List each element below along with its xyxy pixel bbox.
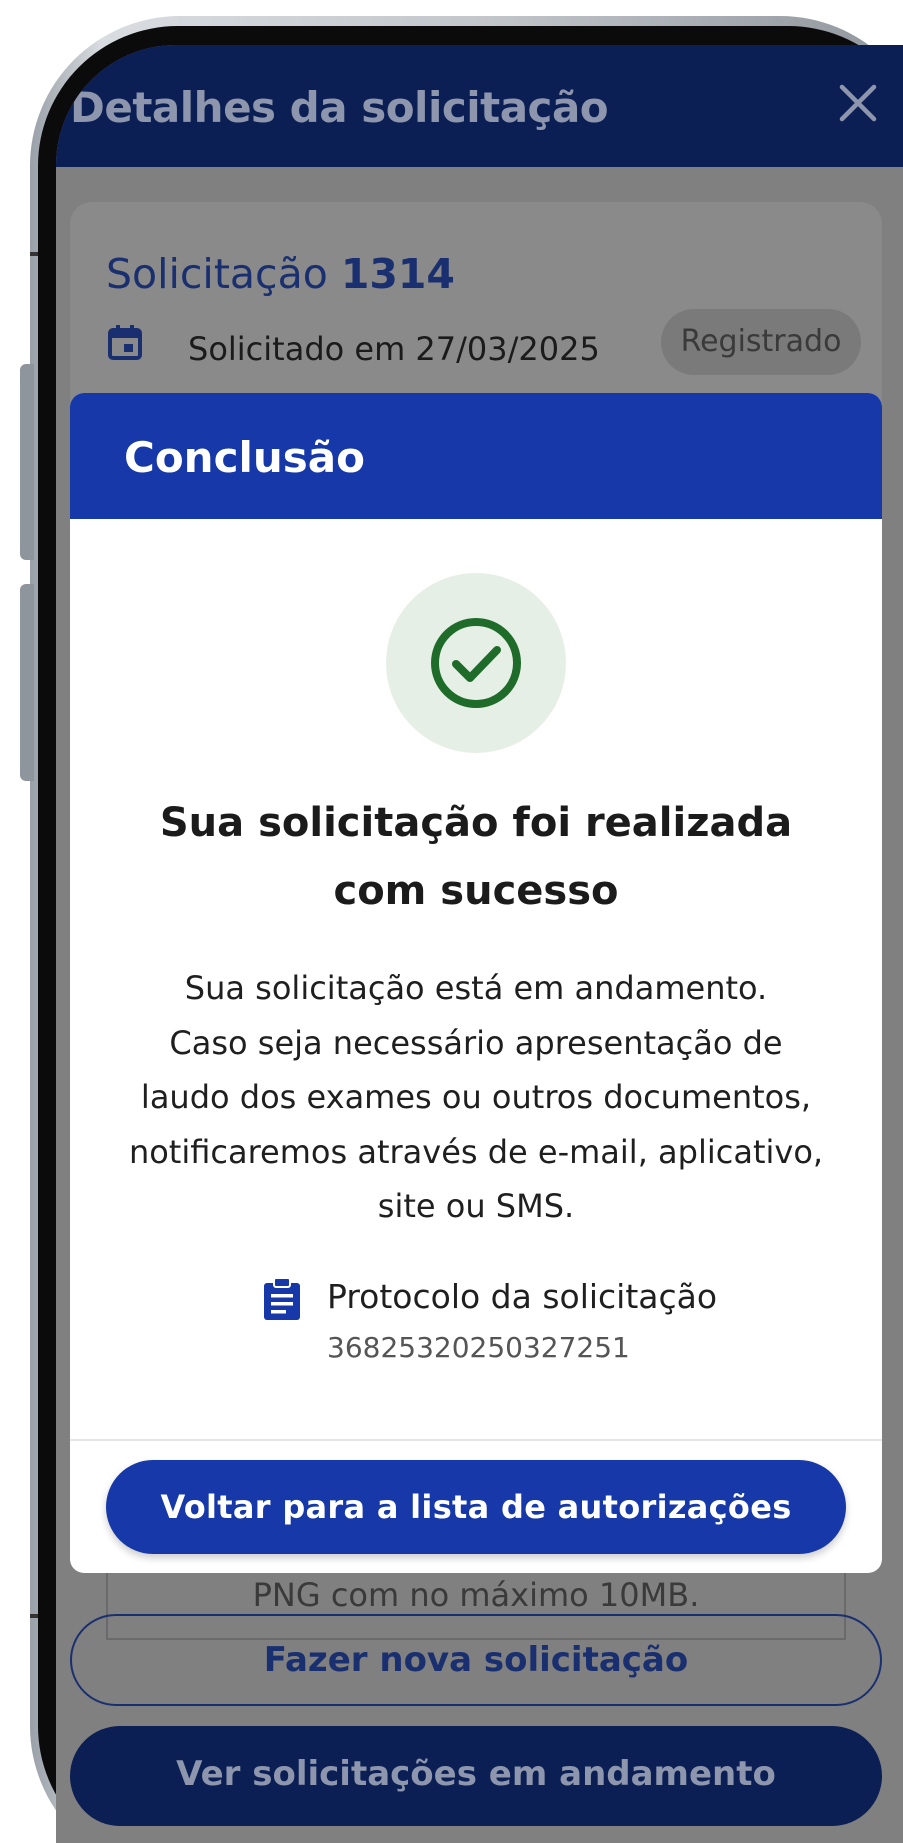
- message-line: site ou SMS.: [377, 1187, 575, 1225]
- screen: Detalhes da solicitação Solicitação 1314…: [56, 45, 903, 1843]
- message-line: laudo dos exames ou outros documentos,: [140, 1078, 812, 1116]
- request-title: Solicitação 1314: [106, 250, 455, 298]
- request-title-prefix: Solicitação: [106, 250, 328, 298]
- success-badge: [386, 573, 566, 753]
- page-title: Detalhes da solicitação: [70, 83, 609, 132]
- message-line: Caso seja necessário apresentação de: [169, 1023, 783, 1062]
- protocol-info: Protocolo da solicitação 368253202503272…: [70, 1273, 882, 1373]
- close-icon[interactable]: [834, 79, 882, 127]
- divider: [70, 1439, 882, 1441]
- app-header: Detalhes da solicitação: [56, 45, 903, 167]
- back-to-authorizations-button[interactable]: Voltar para a lista de autorizações: [106, 1460, 846, 1554]
- calendar-icon: [108, 325, 142, 360]
- volume-down-button: [20, 584, 34, 781]
- in-progress-requests-button[interactable]: Ver solicitações em andamento: [70, 1726, 882, 1826]
- protocol-label: Protocolo da solicitação: [327, 1277, 718, 1316]
- dialog-title: Conclusão: [124, 433, 365, 482]
- success-heading: Sua solicitação foi realizada com sucess…: [70, 789, 882, 925]
- success-heading-line: com sucesso: [333, 868, 619, 914]
- volume-up-button: [20, 364, 34, 560]
- clipboard-icon: [264, 1277, 300, 1320]
- protocol-number: 36825320250327251: [327, 1331, 630, 1364]
- new-request-button[interactable]: Fazer nova solicitação: [70, 1614, 882, 1706]
- success-message: Sua solicitação está em andamento. Caso …: [110, 961, 842, 1234]
- upload-hint: PNG com no máximo 10MB.: [252, 1576, 700, 1614]
- message-line: Sua solicitação está em andamento.: [184, 969, 768, 1007]
- request-number: 1314: [340, 250, 455, 298]
- success-heading-line: Sua solicitação foi realizada: [159, 800, 793, 846]
- message-line: notificaremos através de e-mail, aplicat…: [128, 1132, 824, 1171]
- conclusion-dialog: Conclusão Sua solicitação foi realizada …: [70, 393, 882, 1573]
- status-badge: Registrado: [661, 309, 861, 375]
- request-date: Solicitado em 27/03/2025: [188, 330, 600, 368]
- dialog-header: Conclusão: [70, 393, 882, 519]
- check-circle-icon: [431, 618, 521, 708]
